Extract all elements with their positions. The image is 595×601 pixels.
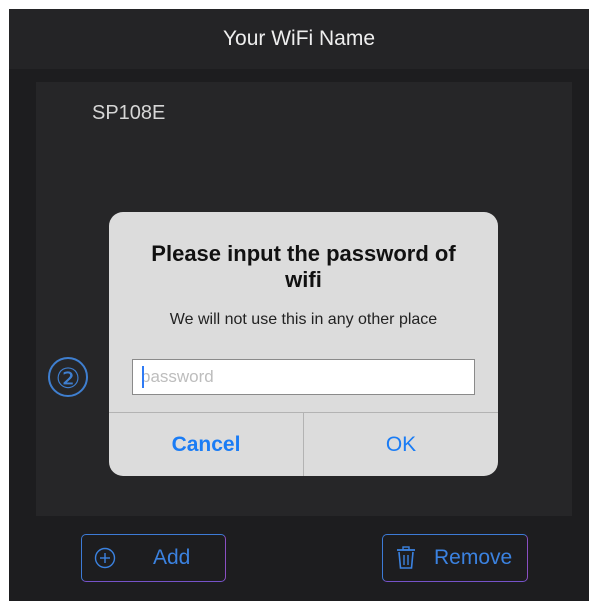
add-button[interactable]: Add [81,534,226,582]
navigation-bar: Your WiFi Name [9,9,589,69]
wifi-name-label: SP108E [92,102,166,124]
password-alert-dialog: Please input the password of wifi We wil… [109,212,498,476]
ok-button[interactable]: OK [304,413,498,476]
step-number-badge: ② [48,357,88,397]
alert-message: We will not use this in any other place [169,311,438,328]
alert-title-text: Please input the password of wifi [151,241,456,292]
plus-circle-icon [93,546,117,570]
cancel-button[interactable]: Cancel [109,413,303,476]
app-screen: Your WiFi Name SP108E ② Add Remove Pleas… [9,9,589,601]
alert-title: Please input the password of wifi [109,241,498,293]
page-title: Your WiFi Name [222,27,376,50]
add-button-label: Add [153,546,191,569]
text-cursor [142,366,144,388]
trash-icon [394,546,418,570]
remove-button-label: Remove [434,546,513,569]
remove-button[interactable]: Remove [382,534,528,582]
password-input[interactable] [132,359,475,395]
